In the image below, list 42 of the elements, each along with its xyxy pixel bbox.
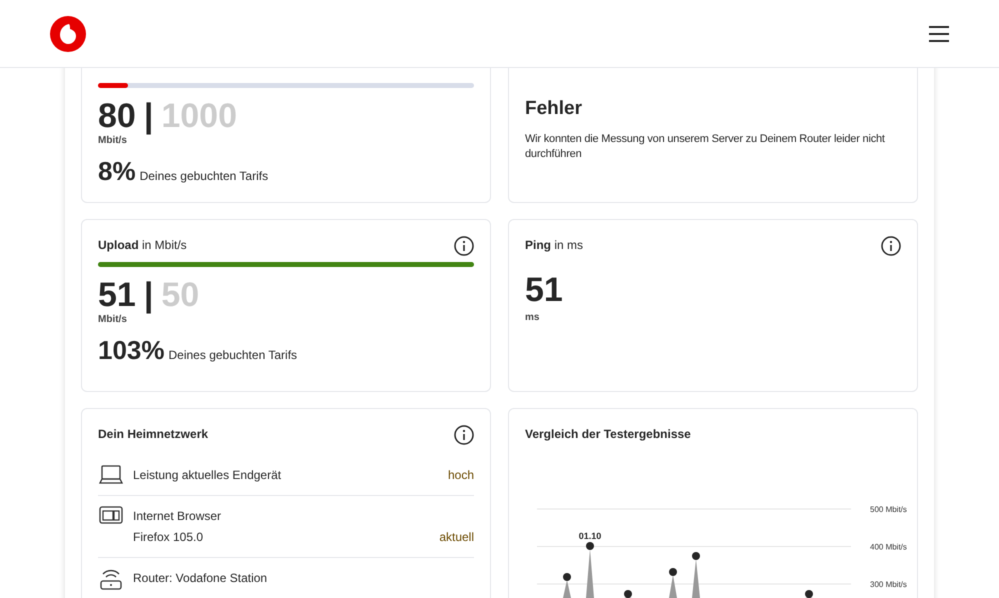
unit-label: ms <box>525 311 540 325</box>
row-label: Router: Vodafone Station <box>133 570 268 587</box>
menu-icon[interactable] <box>929 26 949 42</box>
card-title: Ping in ms <box>525 237 584 254</box>
card-title: Dein Heimnetzwerk <box>98 426 208 443</box>
card-title: Upload in Mbit/s <box>98 237 187 254</box>
axis-label: 300 Mbit/s <box>870 580 907 589</box>
card-title: Vergleich der Testergebnisse <box>525 426 691 443</box>
percent-value: 8% <box>98 156 136 186</box>
chart-spike <box>563 573 571 598</box>
axis-label: 400 Mbit/s <box>870 542 907 552</box>
row-status: aktuell <box>439 529 474 546</box>
point-label: 01.10 <box>578 531 602 541</box>
row-status: hoch <box>448 467 474 484</box>
info-icon[interactable] <box>454 425 474 445</box>
measured-value: 51 <box>98 275 136 314</box>
percent-label: Deines gebuchten Tarifs <box>168 347 298 364</box>
chart-spike <box>692 552 700 598</box>
row-label: Leistung aktuelles Endgerät <box>133 467 282 484</box>
row-detail: Firefox 105.0 <box>133 529 204 546</box>
browser-icon <box>98 506 122 524</box>
row-label: Internet Browser <box>133 508 222 525</box>
error-title: Fehler <box>525 97 582 121</box>
unit-label: Mbit/s <box>98 136 127 146</box>
percent-label: Deines gebuchten Tarifs <box>140 168 268 185</box>
separator: | <box>144 96 154 136</box>
axis-label: 500 Mbit/s <box>870 505 907 514</box>
chart-spike <box>669 568 677 598</box>
unit-label: Mbit/s <box>98 315 127 325</box>
router-icon <box>98 568 122 590</box>
laptop-icon <box>98 465 122 485</box>
chart-spike <box>805 590 813 598</box>
chart-spike <box>624 590 632 598</box>
ping-value: 51 <box>525 270 563 310</box>
logo-icon[interactable] <box>50 16 86 52</box>
percent-value: 103% <box>98 335 164 365</box>
info-icon[interactable] <box>454 236 474 256</box>
separator: | <box>144 275 154 315</box>
error-message: Wir konnten die Messung von unserem Server zu Deinem Router leider nicht durchführen <box>525 132 886 162</box>
measured-value: 80 <box>98 96 136 136</box>
chart-spike <box>586 542 594 598</box>
info-icon[interactable] <box>881 236 901 256</box>
